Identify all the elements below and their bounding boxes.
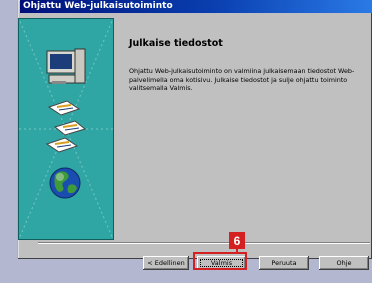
document-icon-3 (45, 137, 79, 153)
back-button[interactable]: < Edellinen (143, 256, 189, 270)
document-icon-2 (53, 120, 87, 136)
wizard-side-panel (18, 18, 114, 240)
cancel-button[interactable]: Peruuta (259, 256, 309, 270)
button-separator (38, 242, 370, 244)
background-left (0, 0, 17, 283)
window-title: Ohjattu Web-julkaisutoiminto (23, 1, 173, 11)
wizard-illustration (19, 19, 113, 239)
help-button[interactable]: Ohje (319, 256, 369, 270)
document-icon-1 (47, 100, 81, 116)
page-description: Ohjattu Web-julkaisutoiminto on valmiina… (129, 67, 355, 93)
page-heading: Julkaise tiedostot (129, 38, 223, 49)
step-badge-connector (236, 249, 238, 253)
step-badge: 6 (229, 232, 245, 249)
title-bar[interactable]: Ohjattu Web-julkaisutoiminto (20, 0, 372, 13)
computer-icon (46, 48, 86, 84)
globe-icon (49, 167, 81, 199)
finish-highlight-box (193, 252, 247, 270)
